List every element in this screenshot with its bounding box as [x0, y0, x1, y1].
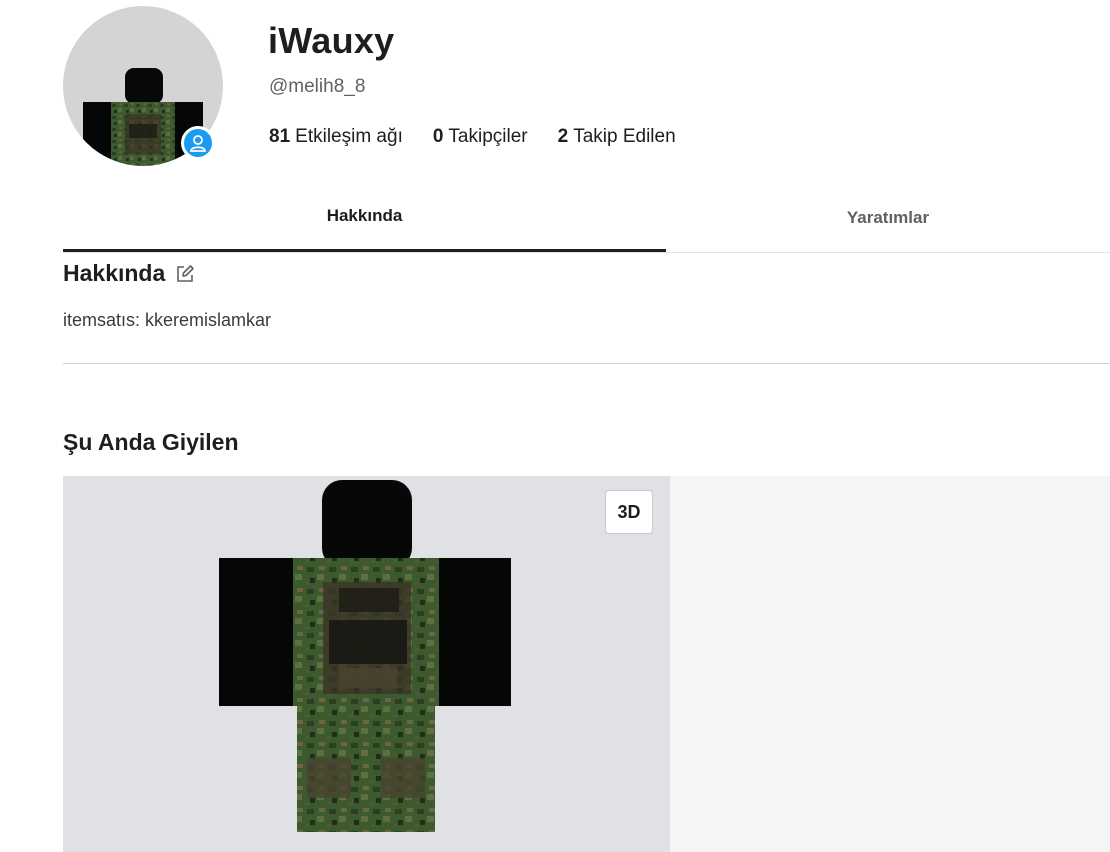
stat-followers[interactable]: 0 Takipçiler [433, 126, 528, 148]
wearing-items-panel [670, 476, 1110, 852]
profile-page: iWauxy @melih8_8 81 Etkileşim ağı 0 Takipç… [0, 0, 1110, 852]
about-title-text: Hakkında [63, 260, 166, 286]
user-status-badge [181, 126, 215, 160]
stat-count: 81 [269, 126, 291, 147]
section-divider [63, 363, 1110, 364]
username: @melih8_8 [269, 76, 366, 97]
profile-tabs: Hakkında Yaratımlar [63, 186, 1110, 253]
tab-about[interactable]: Hakkında [63, 186, 666, 252]
avatar-full-body-image [219, 480, 511, 832]
stat-label: Etkileşim ağı [295, 126, 403, 147]
currently-wearing-title: Şu Anda Giyilen [63, 429, 239, 455]
stat-connections[interactable]: 81 Etkileşim ağı [269, 126, 403, 148]
display-name: iWauxy [268, 20, 395, 61]
profile-stats: 81 Etkileşim ağı 0 Takipçiler 2 Takip Edile… [269, 126, 676, 148]
stat-count: 0 [432, 126, 444, 147]
user-icon [190, 135, 206, 152]
tab-creations[interactable]: Yaratımlar [666, 186, 1110, 252]
stat-count: 2 [557, 126, 569, 147]
stat-following[interactable]: 2 Takip Edilen [558, 126, 676, 148]
edit-icon[interactable] [175, 264, 195, 284]
about-section-title: Hakkında [63, 260, 195, 287]
avatar-viewer[interactable]: 3D [63, 476, 670, 852]
about-description: itemsatıs: kkeremislamkar [63, 310, 272, 330]
toggle-3d-button[interactable]: 3D [605, 490, 653, 534]
avatar-container[interactable] [63, 6, 223, 166]
stat-label: Takip Edilen [573, 126, 676, 147]
stat-label: Takipçiler [448, 126, 528, 147]
